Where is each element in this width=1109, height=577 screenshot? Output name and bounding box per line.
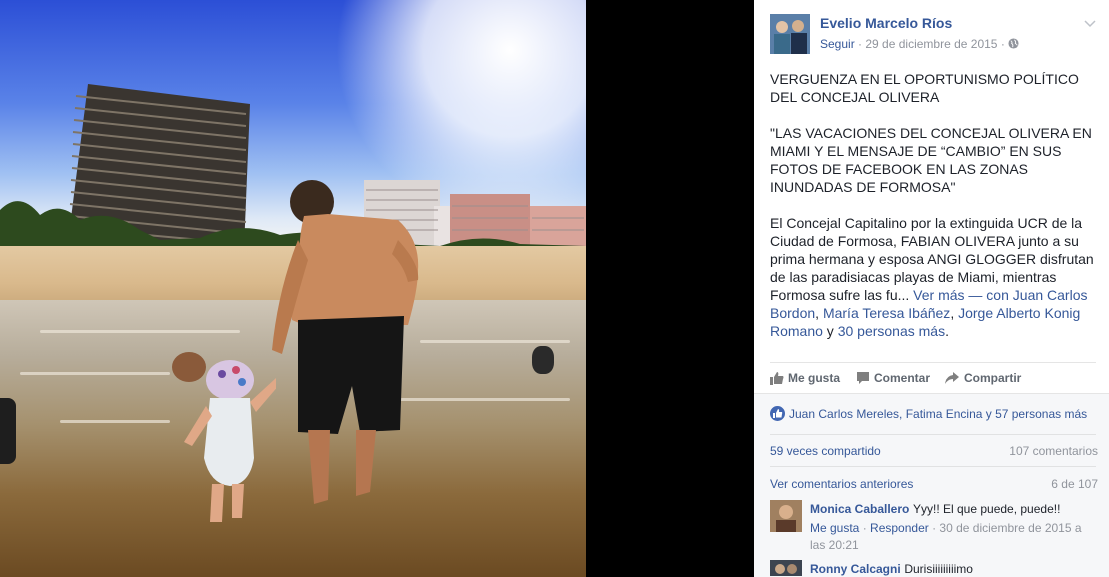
view-previous-comments[interactable]: Ver comentarios anteriores [770, 477, 913, 491]
meta-separator: · [1000, 37, 1009, 51]
post-paragraph-2: "LAS VACACIONES DEL CONCEJAL OLIVERA EN … [770, 125, 1092, 195]
comment-reply-link[interactable]: Responder [870, 521, 929, 535]
post-meta: Seguir · 29 de diciembre de 2015 · [820, 37, 1019, 51]
comment-like-link[interactable]: Me gusta [810, 521, 859, 535]
likes-summary[interactable]: Juan Carlos Mereles, Fatima Encina y 57 … [770, 406, 1087, 421]
commenter-name[interactable]: Ronny Calcagni [810, 562, 901, 576]
post-header: Evelio Marcelo Ríos Seguir · 29 de dicie… [770, 12, 1100, 56]
post-panel: Evelio Marcelo Ríos Seguir · 29 de dicie… [754, 0, 1109, 577]
follow-link[interactable]: Seguir [820, 37, 855, 51]
child-figure [184, 360, 276, 522]
comment-body: Ronny Calcagni Durisiiiiiiiiimo [810, 561, 1100, 577]
man-figure [272, 180, 419, 504]
thumbs-up-icon [770, 406, 785, 421]
feedback-area: Juan Carlos Mereles, Fatima Encina y 57 … [754, 393, 1109, 577]
post-text: VERGUENZA EN EL OPORTUNISMO POLÍTICO DEL… [770, 70, 1096, 340]
author-name[interactable]: Evelio Marcelo Ríos [820, 15, 952, 31]
share-arrow-icon [945, 372, 959, 384]
likes-text: Juan Carlos Mereles, Fatima Encina y 57 … [789, 407, 1088, 421]
and-text: y [822, 323, 838, 339]
globe-icon [1008, 38, 1019, 49]
see-more-link[interactable]: Ver más [913, 287, 964, 303]
comment-label: Comentar [874, 371, 931, 385]
with-prefix: — con [964, 287, 1009, 303]
comments-pager: 6 de 107 [1051, 477, 1098, 491]
like-button[interactable]: Me gusta [770, 371, 840, 385]
swimmer-left [172, 352, 206, 382]
commenter-avatar[interactable] [770, 560, 802, 576]
post-date[interactable]: 29 de diciembre de 2015 [865, 37, 997, 51]
commenter-name[interactable]: Monica Caballero [810, 502, 909, 516]
divider [770, 466, 1096, 467]
share-button[interactable]: Compartir [944, 371, 1021, 385]
period: . [945, 323, 949, 339]
boat-edge [0, 398, 16, 464]
thumbs-up-icon [770, 372, 784, 385]
post-paragraph-1: VERGUENZA EN EL OPORTUNISMO POLÍTICO DEL… [770, 71, 1079, 105]
comma: , [950, 305, 955, 321]
shares-count[interactable]: 59 veces compartido [770, 444, 881, 458]
comments-count[interactable]: 107 comentarios [1009, 444, 1098, 458]
tagged-person[interactable]: María Teresa Ibáñez [823, 305, 950, 321]
swimmer-right [532, 346, 554, 374]
comma: , [815, 305, 820, 321]
comment-text: Yyy!! El que puede, puede!! [912, 502, 1061, 516]
share-label: Compartir [964, 371, 1022, 385]
commenter-avatar[interactable] [770, 500, 802, 532]
chevron-down-icon[interactable] [1084, 16, 1096, 31]
comment-text: Durisiiiiiiiiimo [904, 562, 973, 576]
comment-button[interactable]: Comentar [856, 371, 930, 385]
more-people-link[interactable]: 30 personas más [838, 323, 945, 339]
author-avatar[interactable] [770, 14, 810, 54]
divider [770, 434, 1096, 435]
comment-meta: Me gusta · Responder · 30 de diciembre d… [810, 521, 1082, 552]
post-photo[interactable] [0, 0, 586, 577]
comment-body: Monica Caballero Yyy!! El que puede, pue… [810, 501, 1100, 554]
speech-bubble-icon [857, 372, 869, 384]
lightbox-gap [586, 0, 754, 577]
post-body: El Concejal Capitalino por la extinguida… [770, 214, 1096, 340]
post-actions: Me gusta Comentar Compartir [770, 362, 1096, 393]
like-label: Me gusta [788, 371, 841, 385]
